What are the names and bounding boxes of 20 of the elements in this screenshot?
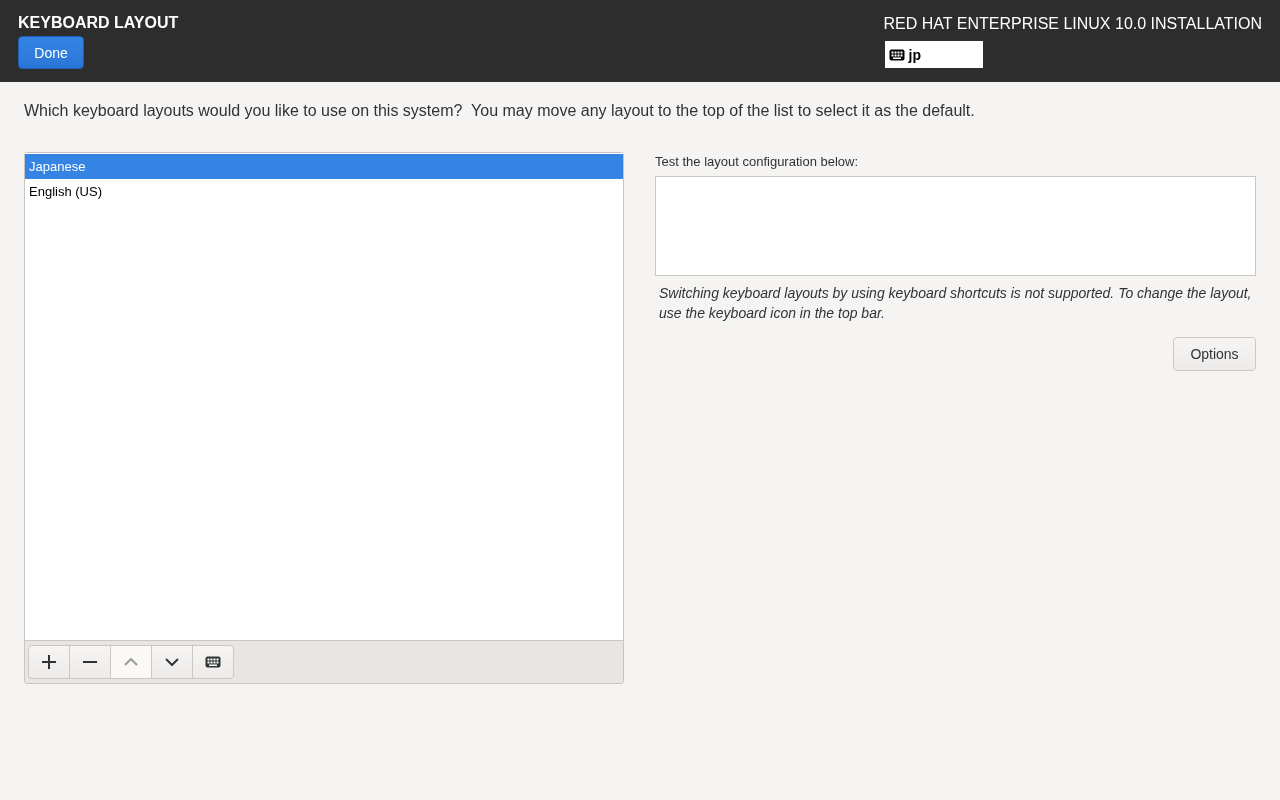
test-input-field[interactable] xyxy=(655,176,1256,276)
keyboard-icon xyxy=(205,656,221,668)
shortcut-note: Switching keyboard layouts by using keyboard shortcuts is not supported. To change the layout, use the keyboard icon in the top bar. xyxy=(659,284,1253,323)
show-layout-button[interactable] xyxy=(192,645,234,679)
layout-list-item[interactable]: English (US) xyxy=(25,179,623,204)
screen-title: KEYBOARD LAYOUT xyxy=(18,14,179,32)
layout-list-item[interactable]: Japanese xyxy=(25,154,623,179)
chevron-up-icon xyxy=(124,658,138,666)
instructions-text: Which keyboard layouts would you like to use on this system? You may move any layout to the top of the list to select it as the default. xyxy=(24,102,976,120)
options-button[interactable]: Options xyxy=(1173,337,1256,371)
done-button[interactable]: Done xyxy=(18,36,84,69)
add-layout-button[interactable] xyxy=(28,645,70,679)
minus-icon xyxy=(82,660,98,664)
layout-indicator[interactable]: jp xyxy=(884,41,983,68)
move-down-button[interactable] xyxy=(151,645,193,679)
plus-icon xyxy=(41,654,57,670)
test-label: Test the layout configuration below: xyxy=(655,154,860,169)
chevron-down-icon xyxy=(165,658,179,666)
product-title: RED HAT ENTERPRISE LINUX 10.0 INSTALLATION xyxy=(883,15,1262,33)
keyboard-icon xyxy=(888,48,905,61)
